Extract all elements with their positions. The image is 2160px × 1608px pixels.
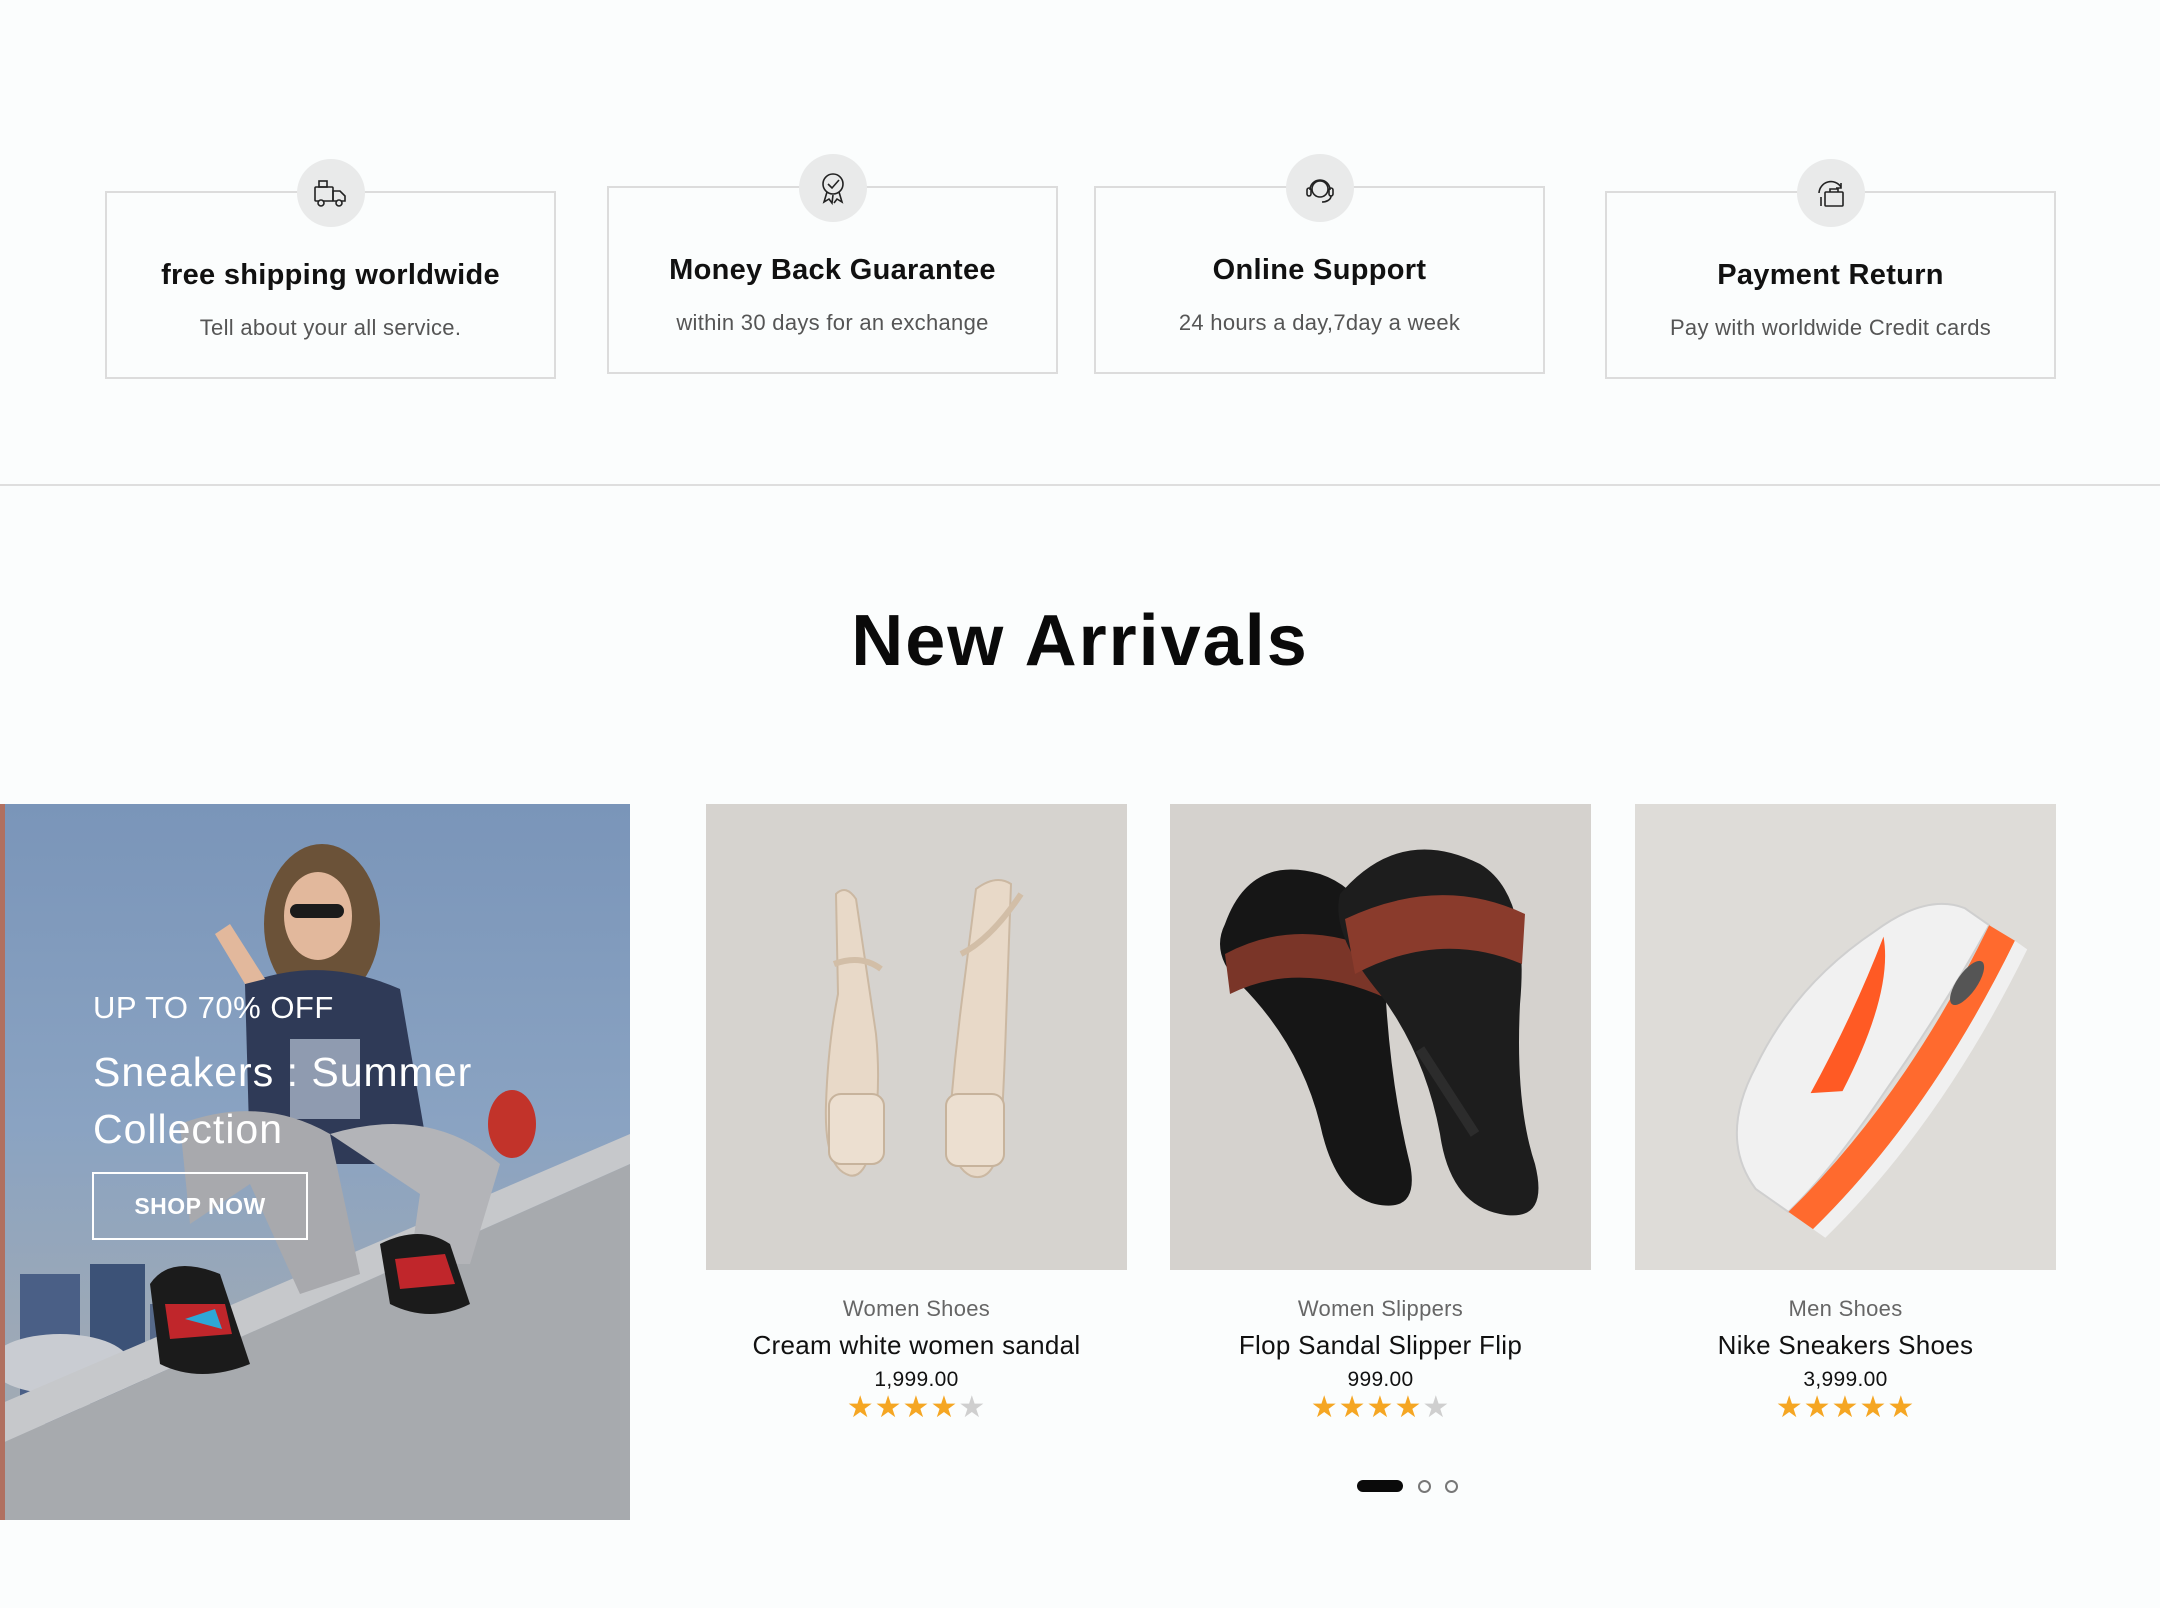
star-filled-icon: ★	[1859, 1390, 1888, 1425]
pagination-dot-active[interactable]	[1357, 1480, 1403, 1492]
star-empty-icon: ★	[958, 1390, 987, 1425]
product-card-cream-sandal[interactable]: Women Shoes Cream white women sandal 1,9…	[706, 804, 1127, 1444]
support-headset-icon	[1285, 154, 1354, 222]
product-name[interactable]: Flop Sandal Slipper Flip	[1150, 1330, 1611, 1361]
feature-subtitle: Pay with worldwide Credit cards	[1669, 315, 1992, 340]
feature-card-support: Online Support 24 hours a day,7day a wee…	[1094, 154, 1545, 374]
feature-card-payment: Payment Return Pay with worldwide Credit…	[1605, 159, 2056, 379]
product-card-flip-slipper[interactable]: Women Slippers Flop Sandal Slipper Flip …	[1170, 804, 1591, 1444]
product-category: Men Shoes	[1788, 1296, 1903, 1321]
promo-photo	[0, 844, 630, 1520]
promo-title: Sneakers : Summer Collection	[93, 1049, 473, 1152]
feature-subtitle: Tell about your all service.	[199, 315, 462, 340]
star-filled-icon: ★	[1775, 1390, 1804, 1425]
feature-title: Money Back Guarantee	[669, 254, 996, 286]
product-rating: ★★★★★	[1170, 1393, 1591, 1423]
star-filled-icon: ★	[1338, 1390, 1367, 1425]
promo-discount-label: UP TO 70% OFF	[93, 990, 334, 1025]
star-filled-icon: ★	[1887, 1390, 1916, 1425]
product-price: 3,999.00	[1803, 1368, 1888, 1391]
star-filled-icon: ★	[1366, 1390, 1395, 1425]
product-price: 999.00	[1347, 1368, 1414, 1391]
star-filled-icon: ★	[1831, 1390, 1860, 1425]
feature-subtitle: 24 hours a day,7day a week	[1178, 310, 1461, 335]
feature-card-money-back: Money Back Guarantee within 30 days for …	[607, 154, 1058, 374]
star-filled-icon: ★	[1803, 1390, 1832, 1425]
carousel-pagination	[1357, 1478, 1472, 1494]
star-filled-icon: ★	[902, 1390, 931, 1425]
star-filled-icon: ★	[1394, 1390, 1423, 1425]
award-badge-icon	[798, 154, 867, 222]
product-price: 1,999.00	[874, 1368, 959, 1391]
product-image[interactable]	[1635, 804, 2056, 1270]
product-name[interactable]: Cream white women sandal	[686, 1330, 1147, 1361]
section-divider	[0, 484, 2160, 486]
star-filled-icon: ★	[930, 1390, 959, 1425]
product-rating: ★★★★★	[1635, 1393, 2056, 1423]
shop-now-button[interactable]: SHOP NOW	[92, 1172, 308, 1240]
product-image[interactable]	[1170, 804, 1591, 1270]
promo-edge-strip	[0, 804, 5, 1520]
feature-title: free shipping worldwide	[161, 259, 500, 291]
product-name[interactable]: Nike Sneakers Shoes	[1615, 1330, 2076, 1361]
star-filled-icon: ★	[874, 1390, 903, 1425]
product-category: Women Slippers	[1297, 1296, 1464, 1321]
pagination-dot[interactable]	[1445, 1479, 1458, 1493]
truck-icon	[296, 159, 365, 227]
feature-subtitle: within 30 days for an exchange	[676, 310, 989, 335]
features-section: free shipping worldwide Tell about your …	[0, 0, 2160, 486]
pagination-dot[interactable]	[1418, 1479, 1431, 1493]
product-card-nike-sneaker[interactable]: Men Shoes Nike Sneakers Shoes 3,999.00 ★…	[1635, 804, 2056, 1444]
section-title: New Arrivals	[851, 601, 1309, 681]
product-category: Women Shoes	[842, 1296, 991, 1321]
star-empty-icon: ★	[1422, 1390, 1451, 1425]
product-image[interactable]	[706, 804, 1127, 1270]
promo-banner[interactable]: UP TO 70% OFF Sneakers : Summer Collecti…	[0, 804, 630, 1520]
payment-bag-icon	[1796, 159, 1865, 227]
product-rating: ★★★★★	[706, 1393, 1127, 1423]
star-filled-icon: ★	[1310, 1390, 1339, 1425]
feature-card-shipping: free shipping worldwide Tell about your …	[105, 159, 556, 379]
feature-title: Payment Return	[1717, 259, 1944, 291]
star-filled-icon: ★	[846, 1390, 875, 1425]
feature-title: Online Support	[1212, 254, 1427, 286]
